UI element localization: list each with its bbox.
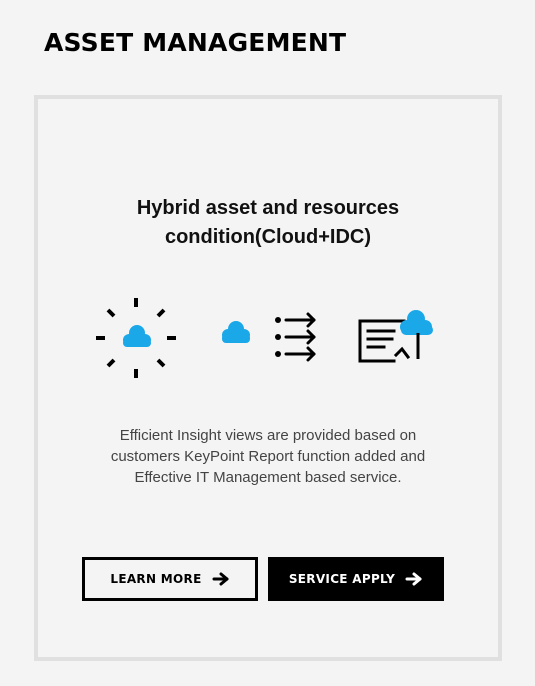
cloud-list-icon <box>222 312 316 362</box>
description-line2: customers KeyPoint Report function added… <box>110 448 426 465</box>
service-card: Hybrid asset and resources condition(Clo… <box>34 95 502 661</box>
description-line1: Efficient Insight views are provided bas… <box>119 427 417 444</box>
learn-more-button[interactable]: LEARN MORE <box>82 557 258 601</box>
page-title: ASSET MANAGEMENT <box>44 28 347 57</box>
service-apply-label: SERVICE APPLY <box>288 572 396 586</box>
cloud-report-icon <box>358 310 433 363</box>
cloud-burst-icon <box>96 298 176 378</box>
learn-more-label: LEARN MORE <box>110 572 202 586</box>
arrow-right-icon <box>212 572 229 586</box>
arrow-right-icon <box>405 572 422 586</box>
description-line3: Effective IT Management based service. <box>134 469 402 486</box>
card-description: Efficient Insight views are provided bas… <box>68 425 468 488</box>
service-apply-button[interactable]: SERVICE APPLY <box>268 557 444 601</box>
